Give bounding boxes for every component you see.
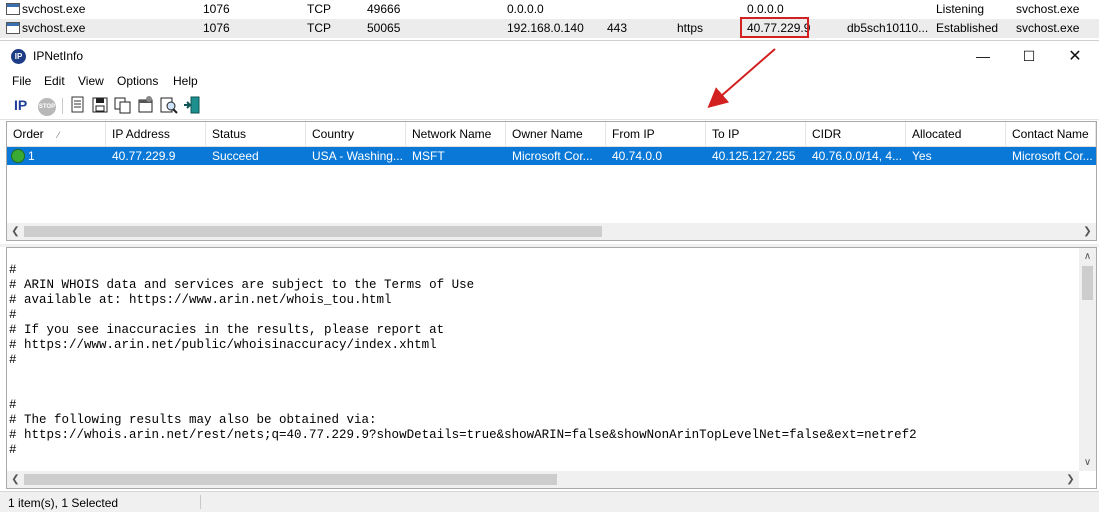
from-ip-cell: 40.74.0.0 [612,149,663,163]
local-address-cell: 0.0.0.0 [507,2,544,16]
pid-cell: 1076 [203,2,230,16]
remote-host-cell: db5sch10110... [847,21,929,35]
network-name-cell: MSFT [412,149,445,163]
column-label: Order [13,127,44,141]
maximize-button[interactable]: ☐ [1006,41,1052,72]
menu-options[interactable]: Options [117,74,158,88]
contact-name-cell: Microsoft Cor... [1012,149,1093,163]
toolbar: IP STOP [0,93,1099,120]
document-icon[interactable] [70,96,90,116]
scroll-thumb[interactable] [24,474,557,485]
connection-row[interactable]: svchost.exe 1076 TCP 50065 192.168.0.140… [0,19,1099,38]
status-text: 1 item(s), 1 Selected [8,496,119,510]
save-icon[interactable] [92,96,112,116]
protocol-cell: TCP [307,2,331,16]
list-header: Order ⁄ IP Address Status Country Network… [7,122,1096,147]
menu-bar: File Edit View Options Help [0,72,1099,92]
status-bar: 1 item(s), 1 Selected [0,491,1099,512]
connection-row[interactable]: svchost.exe 1076 TCP 49666 0.0.0.0 0.0.0… [0,0,1099,19]
text-horizontal-scrollbar[interactable]: ❮ ❯ [7,471,1079,488]
exit-icon[interactable] [183,96,203,116]
whois-text: # # ARIN WHOIS data and services are sub… [9,263,917,457]
column-header-status[interactable]: Status [206,122,306,146]
local-port-cell: 50065 [367,21,401,35]
ipnetinfo-window: IP IPNetInfo — ☐ ✕ File Edit View Option… [0,40,1099,512]
process-name-cell: svchost.exe [1016,21,1080,35]
process-name-cell: svchost.exe [1016,2,1080,16]
process-icon [6,22,20,34]
column-header-country[interactable]: Country [306,122,406,146]
process-icon [6,3,20,15]
status-cell: Succeed [212,149,259,163]
process-cell: svchost.exe [22,21,86,35]
to-ip-cell: 40.125.127.255 [712,149,796,163]
order-cell: 1 [28,149,35,163]
stop-icon[interactable]: STOP [38,98,56,116]
scroll-thumb[interactable] [1082,266,1093,300]
scroll-down-icon[interactable]: ∨ [1079,454,1096,471]
menu-view[interactable]: View [78,74,104,88]
properties-icon[interactable] [137,96,157,116]
toolbar-separator [62,98,63,114]
column-header-owner-name[interactable]: Owner Name [506,122,606,146]
column-header-from-ip[interactable]: From IP [606,122,706,146]
menu-help[interactable]: Help [173,74,198,88]
menu-file[interactable]: File [12,74,31,88]
column-header-contact-name[interactable]: Contact Name [1006,122,1096,146]
menu-edit[interactable]: Edit [44,74,65,88]
column-header-ip-address[interactable]: IP Address [106,122,206,146]
table-row[interactable]: 1 40.77.229.9 Succeed USA - Washing... M… [7,147,1096,165]
success-status-icon [11,149,25,163]
scroll-right-icon[interactable]: ❯ [1062,471,1079,488]
text-vertical-scrollbar[interactable]: ∧ ∨ [1079,248,1096,471]
scroll-thumb[interactable] [24,226,602,237]
protocol-cell: TCP [307,21,331,35]
scroll-up-icon[interactable]: ∧ [1079,248,1096,265]
remote-address-highlight [740,17,809,38]
window-title: IPNetInfo [33,49,84,63]
minimize-button[interactable]: — [960,41,1006,72]
remote-address-cell: 0.0.0.0 [747,2,784,16]
state-cell: Established [936,21,999,35]
country-cell: USA - Washing... [312,149,403,163]
owner-name-cell: Microsoft Cor... [512,149,593,163]
results-list[interactable]: Order ⁄ IP Address Status Country Network… [6,121,1097,241]
remote-port-cell: 443 [607,21,628,35]
column-header-order[interactable]: Order ⁄ [7,122,106,146]
status-separator [200,495,201,509]
ip-address-cell: 40.77.229.9 [112,149,176,163]
column-header-network-name[interactable]: Network Name [406,122,506,146]
state-cell: Listening [936,2,985,16]
allocated-cell: Yes [912,149,932,163]
column-header-allocated[interactable]: Allocated [906,122,1006,146]
whois-text-pane[interactable]: # # ARIN WHOIS data and services are sub… [6,247,1097,489]
close-button[interactable]: ✕ [1052,41,1098,72]
list-horizontal-scrollbar[interactable]: ❮ ❯ [7,223,1096,240]
remote-port-name-cell: https [677,21,704,35]
cidr-cell: 40.76.0.0/14, 4... [812,149,903,163]
app-icon: IP [11,49,26,64]
sort-indicator-icon: ⁄ [57,130,60,140]
scroll-left-icon[interactable]: ❮ [7,471,24,488]
local-address-cell: 192.168.0.140 [507,21,584,35]
local-port-cell: 49666 [367,2,401,16]
title-bar[interactable]: IP IPNetInfo — ☐ ✕ [0,41,1099,72]
ip-icon[interactable]: IP [14,97,34,117]
scroll-right-icon[interactable]: ❯ [1079,223,1096,240]
background-connection-list: svchost.exe 1076 TCP 49666 0.0.0.0 0.0.0… [0,0,1099,40]
copy-icon[interactable] [114,96,134,116]
find-icon[interactable] [160,96,180,116]
column-header-to-ip[interactable]: To IP [706,122,806,146]
scroll-left-icon[interactable]: ❮ [7,223,24,240]
process-cell: svchost.exe [22,2,86,16]
column-header-cidr[interactable]: CIDR [806,122,906,146]
pid-cell: 1076 [203,21,230,35]
